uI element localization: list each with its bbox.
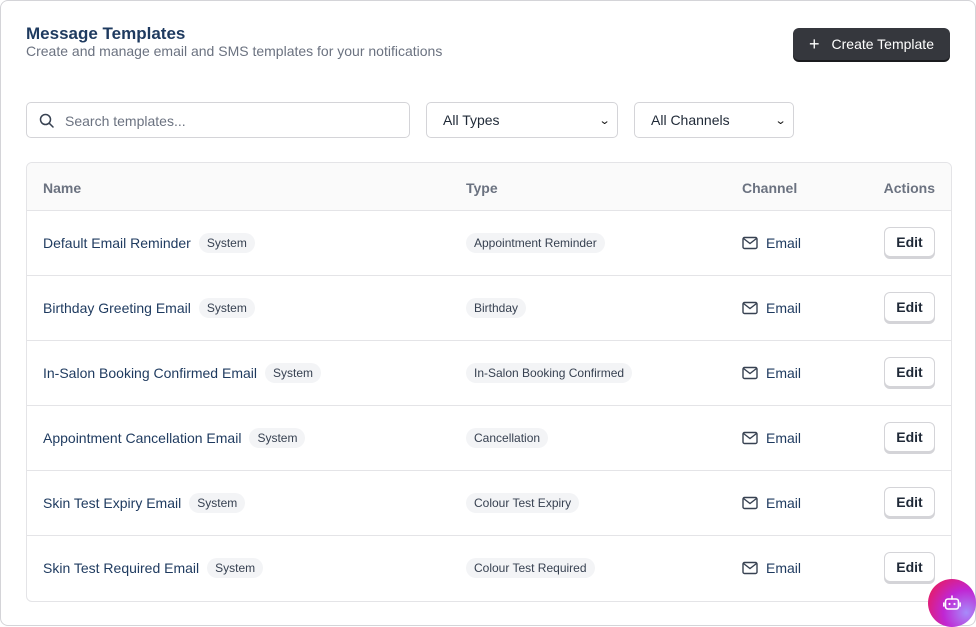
assistant-button[interactable] bbox=[928, 579, 976, 627]
system-badge: System bbox=[207, 558, 264, 578]
templates-table: Name Type Channel Actions Default Email … bbox=[26, 162, 952, 602]
type-cell: Cancellation bbox=[466, 406, 549, 470]
mail-icon bbox=[742, 431, 758, 445]
type-cell: Colour Test Expiry bbox=[466, 471, 580, 535]
create-template-label: Create Template bbox=[831, 36, 934, 52]
channel-cell: Email bbox=[742, 211, 801, 275]
column-header-type: Type bbox=[466, 180, 498, 196]
channel-label: Email bbox=[766, 560, 802, 576]
channel-label: Email bbox=[766, 300, 802, 316]
type-badge: Colour Test Expiry bbox=[466, 493, 580, 513]
type-filter-value: All Types bbox=[443, 112, 500, 128]
channel-cell: Email bbox=[742, 536, 801, 600]
system-badge: System bbox=[249, 428, 306, 448]
page-container: Message Templates Create and manage emai… bbox=[0, 0, 976, 626]
search-input[interactable] bbox=[63, 103, 397, 139]
name-cell: Skin Test Expiry Email System bbox=[43, 471, 246, 535]
channel-label: Email bbox=[766, 495, 802, 511]
column-header-channel: Channel bbox=[742, 180, 798, 196]
name-cell: Skin Test Required Email System bbox=[43, 536, 264, 600]
robot-icon bbox=[943, 595, 961, 610]
table-row: Skin Test Expiry Email System Colour Tes… bbox=[27, 471, 951, 536]
channel-filter-select[interactable]: All Channels ⌄ bbox=[634, 102, 794, 138]
channel-label: Email bbox=[766, 430, 802, 446]
type-filter-select[interactable]: All Types ⌄ bbox=[426, 102, 618, 138]
channel-cell: Email bbox=[742, 341, 801, 405]
plus-icon: + bbox=[809, 34, 820, 54]
chevron-down-icon: ⌄ bbox=[598, 114, 611, 127]
template-name-link[interactable]: Birthday Greeting Email bbox=[43, 300, 191, 316]
name-cell: Birthday Greeting Email System bbox=[43, 276, 255, 340]
channel-cell: Email bbox=[742, 406, 801, 470]
type-badge: Cancellation bbox=[466, 428, 549, 448]
system-badge: System bbox=[265, 363, 322, 383]
type-cell: Colour Test Required bbox=[466, 536, 595, 600]
column-header-name: Name bbox=[43, 180, 82, 196]
channel-label: Email bbox=[766, 365, 802, 381]
template-name-link[interactable]: Skin Test Required Email bbox=[43, 560, 199, 576]
search-icon bbox=[39, 113, 54, 128]
template-name-link[interactable]: Skin Test Expiry Email bbox=[43, 495, 181, 511]
page-header: Message Templates Create and manage emai… bbox=[26, 25, 950, 65]
mail-icon bbox=[742, 366, 758, 380]
template-name-link[interactable]: Default Email Reminder bbox=[43, 235, 191, 251]
system-badge: System bbox=[198, 233, 255, 253]
edit-button[interactable]: Edit bbox=[884, 552, 935, 582]
type-cell: Appointment Reminder bbox=[466, 211, 605, 275]
edit-button[interactable]: Edit bbox=[884, 227, 935, 257]
table-row: Birthday Greeting Email System Birthday … bbox=[27, 276, 951, 341]
edit-button[interactable]: Edit bbox=[884, 357, 935, 387]
edit-button[interactable]: Edit bbox=[884, 422, 935, 452]
column-header-actions: Actions bbox=[883, 180, 935, 196]
system-badge: System bbox=[198, 298, 255, 318]
table-header: Name Type Channel Actions bbox=[27, 163, 951, 211]
type-badge: In-Salon Booking Confirmed bbox=[466, 363, 633, 383]
channel-filter-value: All Channels bbox=[651, 112, 730, 128]
mail-icon bbox=[742, 236, 758, 250]
name-cell: In-Salon Booking Confirmed Email System bbox=[43, 341, 322, 405]
search-box bbox=[26, 102, 410, 139]
system-badge: System bbox=[189, 493, 246, 513]
name-cell: Appointment Cancellation Email System bbox=[43, 406, 306, 470]
type-badge: Colour Test Required bbox=[466, 558, 595, 578]
channel-cell: Email bbox=[742, 276, 801, 340]
table-row: Appointment Cancellation Email System Ca… bbox=[27, 406, 951, 471]
channel-cell: Email bbox=[742, 471, 801, 535]
template-name-link[interactable]: In-Salon Booking Confirmed Email bbox=[43, 365, 257, 381]
type-cell: Birthday bbox=[466, 276, 527, 340]
mail-icon bbox=[742, 561, 758, 575]
type-badge: Appointment Reminder bbox=[466, 233, 605, 253]
table-row: In-Salon Booking Confirmed Email System … bbox=[27, 341, 951, 406]
mail-icon bbox=[742, 496, 758, 510]
table-row: Skin Test Required Email System Colour T… bbox=[27, 536, 951, 600]
type-cell: In-Salon Booking Confirmed bbox=[466, 341, 633, 405]
edit-button[interactable]: Edit bbox=[884, 292, 935, 322]
channel-label: Email bbox=[766, 235, 802, 251]
type-badge: Birthday bbox=[466, 298, 527, 318]
edit-button[interactable]: Edit bbox=[884, 487, 935, 517]
name-cell: Default Email Reminder System bbox=[43, 211, 255, 275]
template-name-link[interactable]: Appointment Cancellation Email bbox=[43, 430, 241, 446]
create-template-button[interactable]: + Create Template bbox=[793, 28, 950, 60]
table-row: Default Email Reminder System Appointmen… bbox=[27, 211, 951, 276]
chevron-down-icon: ⌄ bbox=[774, 114, 787, 127]
mail-icon bbox=[742, 301, 758, 315]
